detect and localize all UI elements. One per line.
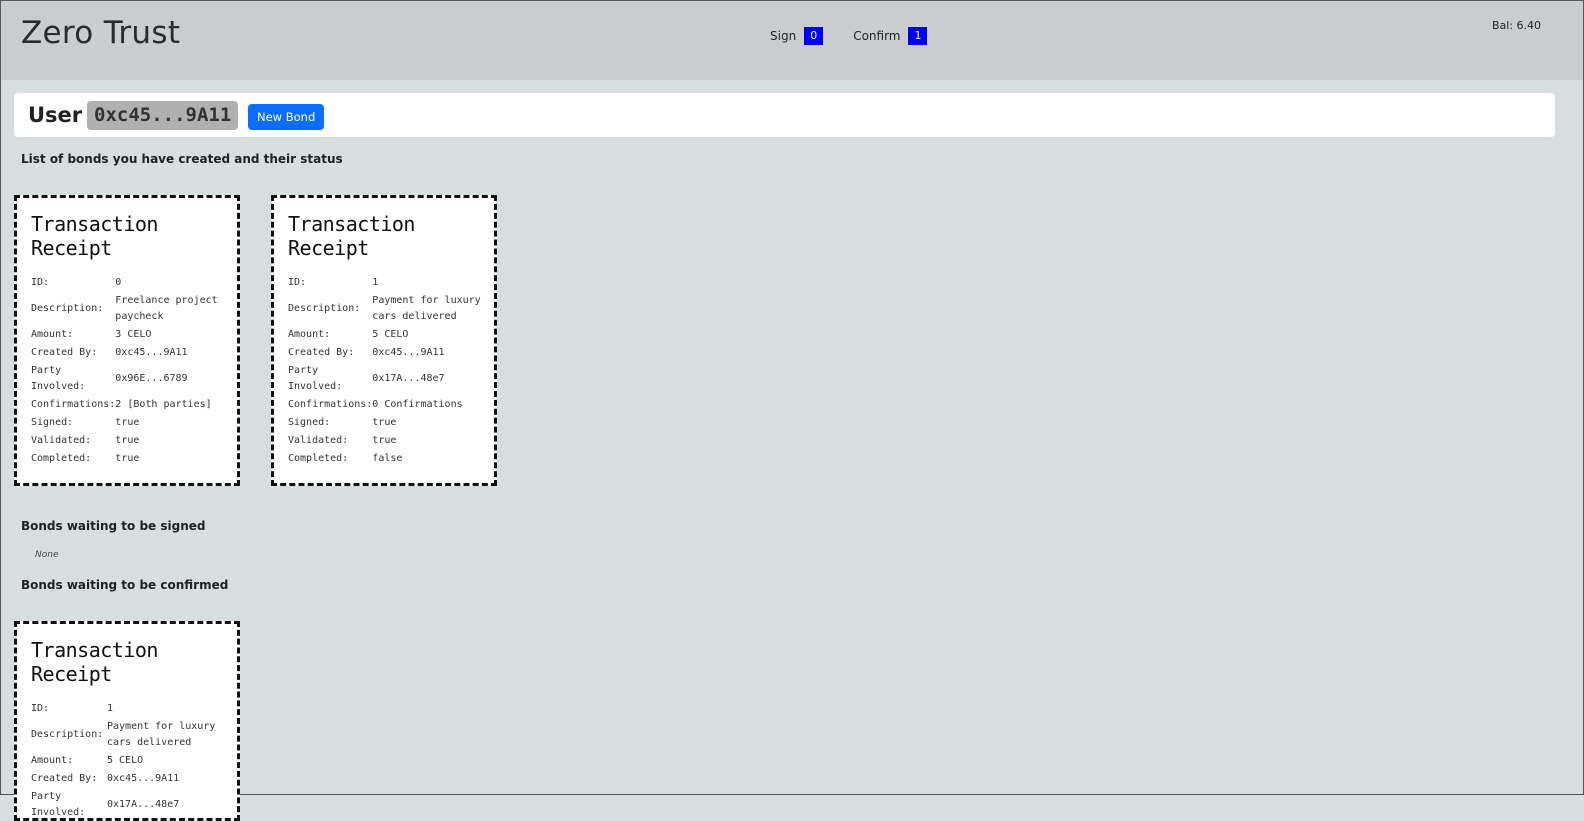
field-label: Validated: (31, 435, 92, 446)
field-label: Created By: (31, 773, 98, 784)
receipt-row-completed: Completed: true (31, 450, 237, 468)
field-label: Created By: (288, 347, 355, 358)
field-value: 0 (115, 277, 122, 288)
field-value: 2 [Both parties] (115, 399, 212, 410)
receipt-row-description: Description: Payment for luxury cars deli… (288, 292, 494, 326)
field-label: Completed: (31, 453, 92, 464)
receipt-row-confirmations: Confirmations: 0 Confirmations (288, 396, 494, 414)
field-label: ID: (31, 277, 50, 288)
to-sign-heading: Bonds waiting to be signed (21, 519, 206, 533)
field-value: 3 CELO (115, 329, 152, 340)
receipt-title: Transaction Receipt (31, 638, 158, 686)
field-value: 0xc45...9A11 (107, 773, 180, 784)
to-sign-empty: None (35, 550, 59, 560)
field-value: 0 Confirmations (372, 399, 463, 410)
receipt-row-description: Description: Freelance project paycheck (31, 292, 237, 326)
sign-label: Sign (770, 29, 797, 43)
receipt-row-amount: Amount: 3 CELO (31, 326, 237, 344)
field-value: true (115, 453, 140, 464)
field-value: 5 CELO (372, 329, 409, 340)
new-bond-button[interactable]: New Bond (248, 104, 325, 130)
receipt-row-created-by: Created By: 0xc45...9A11 (31, 770, 232, 788)
field-value: true (115, 417, 140, 428)
receipt-title: Transaction Receipt (31, 212, 158, 260)
user-bar: User 0xc45...9A11 New Bond (14, 93, 1555, 137)
field-label: Description: (31, 729, 104, 740)
to-confirm-heading: Bonds waiting to be confirmed (21, 578, 229, 592)
receipt-row-description: Description: Payment for luxury cars deli… (31, 718, 232, 752)
receipt-row-id: ID: 1 (288, 274, 494, 292)
field-value: Payment for luxury cars delivered (372, 295, 481, 322)
receipt-details: ID: 1 Description: Payment for luxury cars… (288, 274, 494, 468)
receipt-row-created-by: Created By: 0xc45...9A11 (288, 344, 494, 362)
field-label: Amount: (288, 329, 331, 340)
receipt-row-created-by: Created By: 0xc45...9A11 (31, 344, 237, 362)
field-label: Party Involved: (31, 791, 86, 818)
receipt-card: Transaction Receipt ID: 1 Description: Pay… (271, 195, 497, 486)
user-address: 0xc45...9A11 (87, 101, 239, 130)
field-value: 0xc45...9A11 (372, 347, 445, 358)
sign-counter[interactable]: Sign 0 (770, 27, 824, 45)
field-label: Confirmations: (31, 399, 116, 410)
receipt-row-party: Party Involved: 0x17A...48e7 (288, 362, 494, 396)
receipt-details: ID: 0 Description: Freelance project paych… (31, 274, 237, 468)
receipt-row-party: Party Involved: 0x17A...48e7 (31, 788, 232, 818)
receipt-row-amount: Amount: 5 CELO (288, 326, 494, 344)
field-value: true (372, 417, 397, 428)
confirm-counter[interactable]: Confirm 1 (853, 27, 928, 45)
sign-count-badge: 0 (804, 27, 824, 45)
counters: Sign 0 Confirm 1 (770, 27, 957, 45)
receipt-row-validated: Validated: true (288, 432, 494, 450)
field-label: ID: (31, 703, 50, 714)
receipt-row-amount: Amount: 5 CELO (31, 752, 232, 770)
receipt-row-signed: Signed: true (288, 414, 494, 432)
field-value: 1 (372, 277, 379, 288)
user-label: User (28, 103, 83, 127)
field-value: Freelance project paycheck (115, 295, 218, 322)
field-label: Signed: (288, 417, 331, 428)
receipt-row-id: ID: 1 (31, 700, 232, 718)
top-bar: Zero Trust Sign 0 Confirm 1 Bal: 6.40 (1, 1, 1583, 80)
field-value: false (372, 453, 403, 464)
field-label: Confirmations: (288, 399, 373, 410)
receipt-title: Transaction Receipt (288, 212, 415, 260)
receipt-row-validated: Validated: true (31, 432, 237, 450)
balance: Bal: 6.40 (1491, 19, 1541, 32)
receipt-card: Transaction Receipt ID: 0 Description: Fre… (14, 195, 240, 486)
field-value: true (115, 435, 140, 446)
field-label: Amount: (31, 755, 74, 766)
field-value: 0x96E...6789 (115, 373, 188, 384)
confirm-count-badge: 1 (908, 27, 928, 45)
field-label: Signed: (31, 417, 74, 428)
field-value: 0x17A...48e7 (107, 799, 180, 810)
app-title: Zero Trust (21, 15, 181, 51)
field-value: 0x17A...48e7 (372, 373, 445, 384)
field-label: Validated: (288, 435, 349, 446)
receipt-row-party: Party Involved: 0x96E...6789 (31, 362, 237, 396)
field-label: ID: (288, 277, 307, 288)
receipt-row-id: ID: 0 (31, 274, 237, 292)
receipt-row-confirmations: Confirmations: 2 [Both parties] (31, 396, 237, 414)
confirm-label: Confirm (853, 29, 901, 43)
field-value: 0xc45...9A11 (115, 347, 188, 358)
receipt-details: ID: 1 Description: Payment for luxury cars… (31, 700, 232, 818)
field-label: Created By: (31, 347, 98, 358)
field-label: Party Involved: (288, 365, 343, 392)
receipt-row-signed: Signed: true (31, 414, 237, 432)
field-value: 5 CELO (107, 755, 144, 766)
field-value: 1 (107, 703, 114, 714)
field-label: Description: (31, 303, 104, 314)
field-value: true (372, 435, 397, 446)
receipt-card[interactable]: Transaction Receipt ID: 1 Description: Pay… (14, 621, 240, 821)
created-bonds-heading: List of bonds you have created and their… (21, 152, 343, 166)
field-label: Party Involved: (31, 365, 86, 392)
field-label: Amount: (31, 329, 74, 340)
field-label: Completed: (288, 453, 349, 464)
receipt-row-completed: Completed: false (288, 450, 494, 468)
field-value: Payment for luxury cars delivered (107, 721, 216, 748)
field-label: Description: (288, 303, 361, 314)
